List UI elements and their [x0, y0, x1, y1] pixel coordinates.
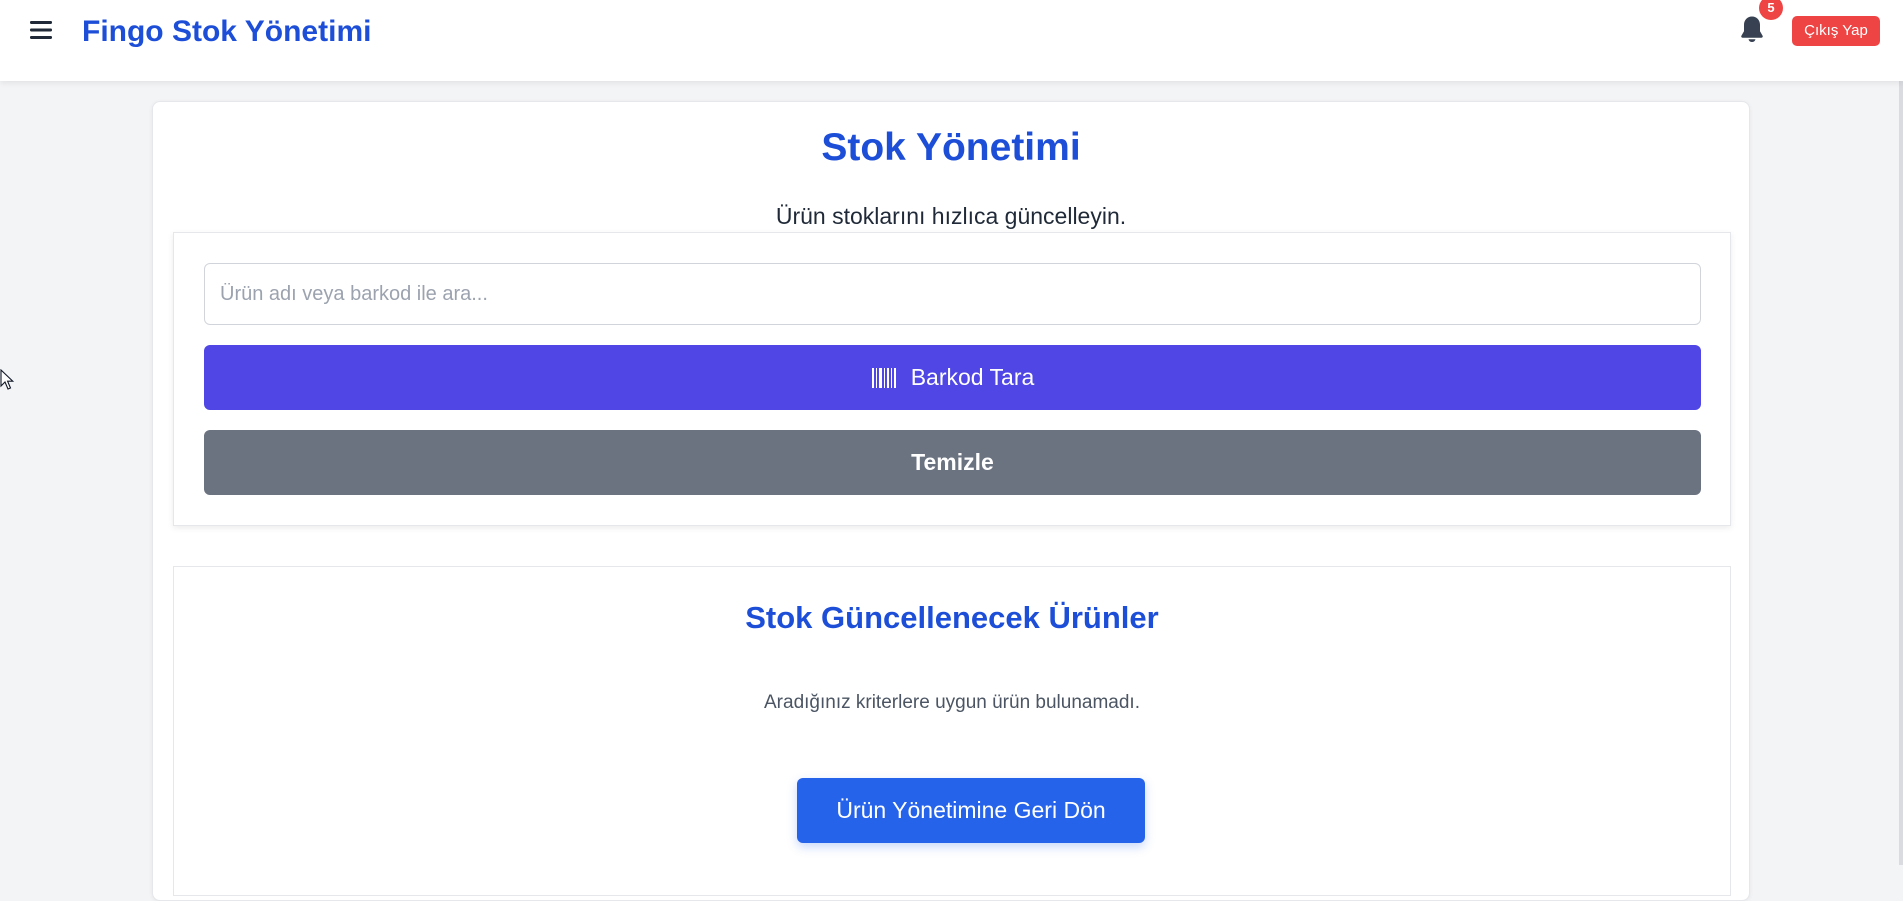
app-title[interactable]: Fingo Stok Yönetimi	[82, 14, 371, 50]
mouse-cursor-icon	[0, 369, 14, 391]
scan-barcode-button[interactable]: Barkod Tara	[204, 345, 1701, 410]
search-input[interactable]	[204, 263, 1701, 325]
products-section-title: Stok Güncellenecek Ürünler	[745, 600, 1159, 635]
search-panel: Barkod Tara Temizle	[173, 232, 1731, 526]
scrollbar[interactable]	[1899, 81, 1903, 865]
top-navbar: Fingo Stok Yönetimi 5 Çıkış Yap	[0, 0, 1903, 81]
scan-barcode-label: Barkod Tara	[910, 364, 1035, 390]
stock-management-card: Stok Yönetimi Ürün stoklarını hızlıca gü…	[152, 101, 1750, 901]
notification-count-badge: 5	[1759, 0, 1783, 20]
barcode-icon	[871, 367, 897, 389]
bell-icon[interactable]	[1738, 14, 1768, 46]
page-title: Stok Yönetimi	[821, 126, 1081, 169]
products-panel: Stok Güncellenecek Ürünler Aradığınız kr…	[173, 566, 1731, 896]
logout-button[interactable]: Çıkış Yap	[1792, 16, 1880, 46]
page-subtitle: Ürün stoklarını hızlıca güncelleyin.	[775, 203, 1127, 229]
hamburger-menu-icon[interactable]	[28, 17, 54, 43]
empty-state-message: Aradığınız kriterlere uygun ürün bulunam…	[764, 692, 1140, 713]
back-to-product-management-button[interactable]: Ürün Yönetimine Geri Dön	[797, 778, 1145, 843]
clear-button[interactable]: Temizle	[204, 430, 1701, 495]
